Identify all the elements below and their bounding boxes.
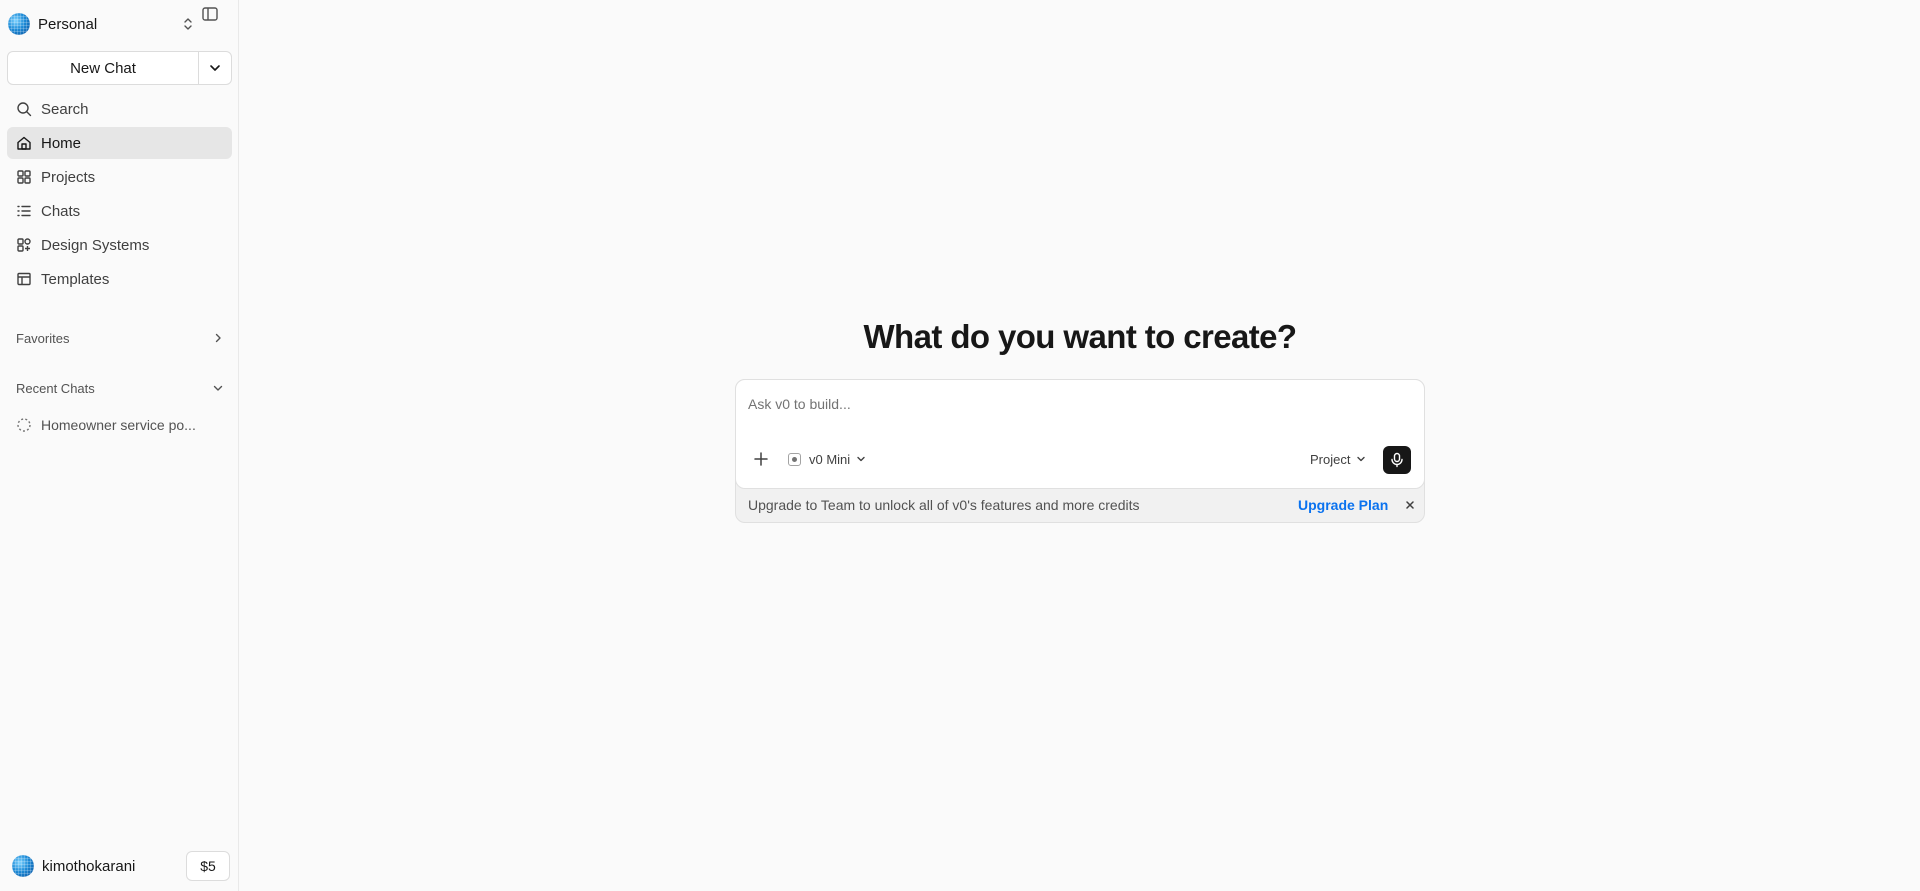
team-avatar — [8, 13, 30, 35]
page-title: What do you want to create? — [863, 318, 1298, 355]
credits-button[interactable]: $5 — [186, 851, 230, 881]
user-avatar — [12, 855, 34, 877]
sidebar-item-chats[interactable]: Chats — [7, 195, 232, 227]
chevron-down-icon — [213, 385, 223, 391]
chevron-right-icon — [215, 333, 221, 343]
search-icon — [17, 102, 32, 117]
sidebar-item-home[interactable]: Home — [7, 127, 232, 159]
new-chat-dropdown-button[interactable] — [199, 52, 231, 84]
chevron-down-icon — [857, 456, 865, 462]
new-chat-button-group: New Chat — [7, 51, 232, 85]
model-label: v0 Mini — [809, 451, 851, 467]
recent-chat-item[interactable]: Homeowner service po... — [16, 415, 216, 435]
sidebar-nav: Search Home Projects Chats Design System… — [7, 93, 232, 297]
sidebar: Personal New Chat Search Home Projects C… — [0, 0, 239, 891]
microphone-icon — [1391, 452, 1403, 468]
sidebar-item-search[interactable]: Search — [7, 93, 232, 125]
upgrade-plan-link[interactable]: Upgrade Plan — [1298, 497, 1388, 513]
app-root: Personal New Chat Search Home Projects C… — [0, 0, 1920, 891]
sidebar-item-label: Search — [41, 100, 89, 118]
plus-icon[interactable] — [752, 450, 770, 468]
sidebar-item-label: Templates — [41, 270, 110, 288]
team-switcher[interactable]: Personal — [8, 10, 230, 38]
sidebar-item-design-systems[interactable]: Design Systems — [7, 229, 232, 261]
recent-chats-label: Recent Chats — [16, 380, 95, 396]
upgrade-banner-text: Upgrade to Team to unlock all of v0's fe… — [748, 497, 1140, 513]
sidebar-item-label: Projects — [41, 168, 96, 186]
chevron-down-icon — [1357, 456, 1366, 462]
shapes-icon — [17, 238, 31, 252]
sidebar-item-label: Design Systems — [41, 236, 150, 254]
list-icon — [17, 205, 31, 217]
model-icon — [788, 452, 801, 466]
project-label: Project — [1310, 451, 1351, 467]
close-icon[interactable] — [1404, 499, 1416, 511]
sidebar-toggle-icon[interactable] — [201, 5, 219, 23]
grid-icon — [17, 170, 31, 184]
sidebar-item-templates[interactable]: Templates — [7, 263, 232, 295]
chevrons-up-down-icon — [184, 18, 192, 30]
microphone-button[interactable] — [1383, 446, 1411, 474]
composer-input-area: v0 Mini Project — [735, 379, 1425, 489]
chevron-down-icon — [210, 65, 220, 71]
favorites-label: Favorites — [16, 330, 70, 346]
model-selector[interactable]: v0 Mini — [788, 450, 866, 468]
recent-chat-label: Homeowner service po... — [41, 417, 196, 433]
loading-circle-icon — [17, 418, 31, 432]
sidebar-item-projects[interactable]: Projects — [7, 161, 232, 193]
sidebar-item-label: Home — [41, 134, 82, 152]
recent-chats-section-toggle[interactable]: Recent Chats — [16, 378, 224, 398]
prompt-input[interactable] — [748, 392, 1408, 416]
home-icon — [17, 136, 31, 150]
user-menu[interactable]: kimothokarani $5 — [12, 851, 230, 881]
prompt-composer: v0 Mini Project — [735, 379, 1425, 523]
table-icon — [17, 272, 31, 286]
username: kimothokarani — [42, 857, 136, 875]
new-chat-button[interactable]: New Chat — [8, 52, 199, 84]
project-selector[interactable]: Project — [1310, 450, 1366, 468]
sidebar-item-label: Chats — [41, 202, 81, 220]
favorites-section-toggle[interactable]: Favorites — [16, 328, 224, 348]
team-name: Personal — [38, 15, 98, 33]
